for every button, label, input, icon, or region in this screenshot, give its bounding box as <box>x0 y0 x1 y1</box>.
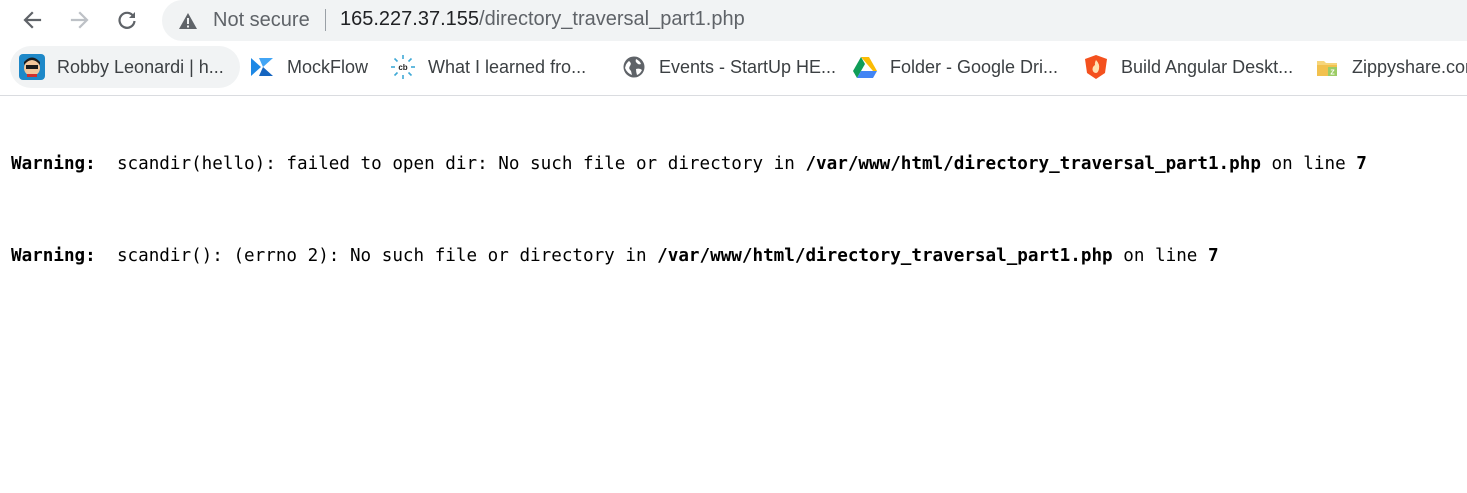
bookmark-what-i-learned[interactable]: cb What I learned fro... <box>390 46 586 88</box>
url-path: /directory_traversal_part1.php <box>479 8 745 30</box>
url-text[interactable]: 165.227.37.155/directory_traversal_part1… <box>340 8 745 31</box>
warning-line-number: 7 <box>1356 154 1367 174</box>
url-host: 165.227.37.155 <box>340 8 480 30</box>
bookmark-events-startup[interactable]: Events - StartUp HE... <box>621 46 836 88</box>
google-drive-icon <box>852 54 878 80</box>
mockflow-icon <box>249 54 275 80</box>
bookmark-label: Build Angular Deskt... <box>1121 56 1294 77</box>
cb-icon: cb <box>390 54 416 80</box>
forward-button[interactable] <box>65 5 95 35</box>
address-bar[interactable]: Not secure 165.227.37.155/directory_trav… <box>162 0 1467 41</box>
bookmark-zippyshare[interactable]: Z Zippyshare.com <box>1314 46 1467 88</box>
warning-label: Warning <box>11 246 86 266</box>
warning-file-path: /var/www/html/directory_traversal_part1.… <box>657 246 1113 266</box>
back-button[interactable] <box>17 5 47 35</box>
warning-message: scandir(hello): failed to open dir: No s… <box>116 154 795 174</box>
folder-icon: Z <box>1314 54 1340 80</box>
forward-arrow-icon <box>70 11 89 29</box>
globe-icon <box>621 54 647 80</box>
warning-file-path: /var/www/html/directory_traversal_part1.… <box>805 154 1261 174</box>
warning-triangle-icon[interactable] <box>178 12 198 30</box>
bookmark-build-angular[interactable]: Build Angular Deskt... <box>1083 46 1293 88</box>
bookmark-mockflow[interactable]: MockFlow <box>249 46 368 88</box>
bookmark-label: MockFlow <box>287 56 369 77</box>
bookmark-label: Zippyshare.com <box>1352 56 1467 77</box>
bookmark-google-drive[interactable]: Folder - Google Dri... <box>852 46 1058 88</box>
reload-icon <box>118 11 136 29</box>
address-divider <box>325 9 326 31</box>
bookmark-label: Folder - Google Dri... <box>890 56 1059 77</box>
page-content: Warning: scandir(hello): failed to open … <box>0 96 1467 493</box>
bookmark-label: What I learned fro... <box>428 56 587 77</box>
warning-message: scandir(): (errno 2): No such file or di… <box>116 246 647 266</box>
bookmark-robby-leonardi[interactable]: Robby Leonardi | h... <box>10 46 240 88</box>
shield-icon <box>1083 54 1109 80</box>
reload-button[interactable] <box>112 5 142 35</box>
bookmark-label: Events - StartUp HE... <box>659 56 837 77</box>
php-warning: Warning: scandir(): (errno 2): No such f… <box>11 246 1219 266</box>
warning-label: Warning <box>11 154 86 174</box>
avatar-icon <box>19 54 45 80</box>
warning-line-prefix: on line <box>1123 246 1198 266</box>
back-arrow-icon <box>23 11 42 29</box>
svg-text:Z: Z <box>1330 70 1335 77</box>
php-warning: Warning: scandir(hello): failed to open … <box>11 154 1367 174</box>
security-status-label[interactable]: Not secure <box>213 9 310 32</box>
warning-line-number: 7 <box>1207 246 1219 266</box>
warning-line-prefix: on line <box>1271 154 1346 174</box>
bookmarks-bar: Robby Leonardi | h... MockFlow cb What I… <box>0 46 1467 90</box>
browser-toolbar: Not secure 165.227.37.155/directory_trav… <box>0 0 1467 41</box>
svg-text:cb: cb <box>398 63 407 72</box>
bookmark-label: Robby Leonardi | h... <box>57 56 224 77</box>
